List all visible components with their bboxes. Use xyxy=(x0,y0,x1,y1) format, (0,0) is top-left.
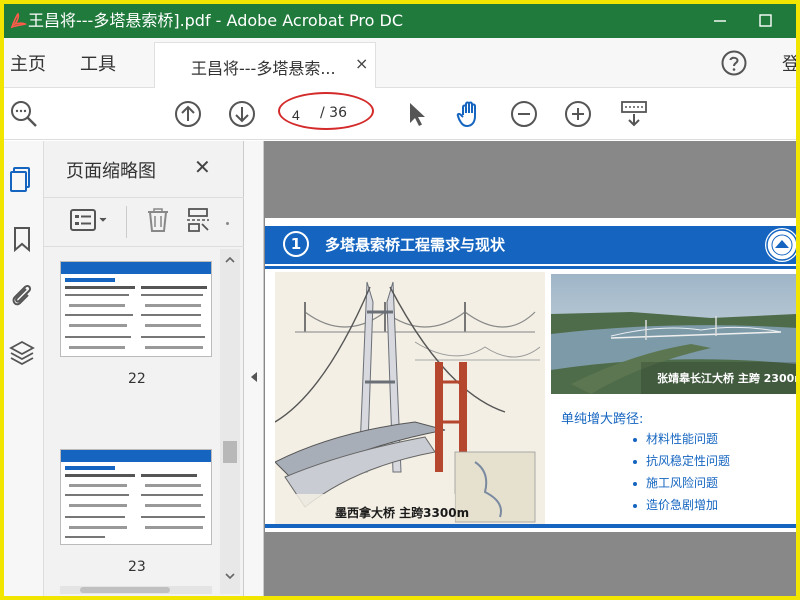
help-icon[interactable] xyxy=(720,49,748,77)
bullet-item: 材料性能问题 xyxy=(633,430,718,447)
bullet-dot-icon xyxy=(633,481,637,486)
more-options-dot[interactable] xyxy=(226,222,229,225)
acrobat-window: 王昌将---多塔悬索桥].pdf - Adobe Acrobat Pro DC … xyxy=(4,4,796,596)
page-number-input[interactable] xyxy=(292,105,316,125)
thumbnail-header xyxy=(61,262,211,274)
sign-in-link[interactable]: 登 xyxy=(782,50,796,76)
bullet-item: 造价急剧增加 xyxy=(633,496,718,513)
messina-bridge-caption: 墨西拿大桥 主跨3300m xyxy=(335,506,470,520)
panel-toolbar xyxy=(44,197,244,247)
find-text-icon[interactable] xyxy=(8,98,40,130)
thumbnails-panel: 页面缩略图 ✕ 22 23 xyxy=(44,141,244,596)
bullets-heading: 单纯增大跨径: xyxy=(561,412,644,427)
thumbnail-scrollbar[interactable] xyxy=(220,249,240,594)
next-page-icon[interactable] xyxy=(226,98,258,130)
document-view[interactable]: 1 多塔悬索桥工程需求与现状 墨西拿大桥 主跨3300m 张靖皋长江大桥 主跨 … xyxy=(264,141,796,596)
thumbnail-page-number: 22 xyxy=(128,371,146,387)
toolbar: / 36 xyxy=(4,88,796,140)
navigation-rail xyxy=(4,141,44,596)
panel-collapse-handle[interactable] xyxy=(244,141,264,596)
thumbnail-header xyxy=(61,450,211,462)
bullet-item: 施工风险问题 xyxy=(633,474,718,491)
maximize-button[interactable] xyxy=(746,4,786,38)
thumbnail-page-number: 23 xyxy=(128,559,146,575)
layers-icon[interactable] xyxy=(8,339,36,367)
tab-close-icon[interactable]: × xyxy=(355,54,368,73)
acrobat-app-icon xyxy=(10,12,28,29)
panel-close-icon[interactable]: ✕ xyxy=(194,155,211,179)
thumbnail-options-icon[interactable] xyxy=(68,206,112,234)
scrollbar-thumb[interactable] xyxy=(223,441,237,463)
previous-page-icon[interactable] xyxy=(172,98,204,130)
thumbnail-list: 22 23 xyxy=(44,249,222,594)
bullet-text: 施工风险问题 xyxy=(646,476,719,490)
tab-bar: 主页 工具 王昌将---多塔悬索... × 登 xyxy=(4,38,796,89)
bullet-text: 造价急剧增加 xyxy=(646,498,719,512)
bullet-text: 抗风稳定性问题 xyxy=(646,454,731,468)
delete-page-icon[interactable] xyxy=(144,206,172,234)
window-title: 王昌将---多塔悬索桥].pdf - Adobe Acrobat Pro DC xyxy=(28,11,403,30)
horizontal-scrollbar-thumb[interactable] xyxy=(80,587,170,593)
panel-toolbar-divider xyxy=(126,206,127,238)
attachment-icon[interactable] xyxy=(8,281,36,309)
bullet-item: 抗风稳定性问题 xyxy=(633,452,730,469)
tab-document[interactable]: 王昌将---多塔悬索... × xyxy=(154,42,376,89)
panel-title: 页面缩略图 xyxy=(66,161,156,182)
tab-document-label: 王昌将---多塔悬索... xyxy=(191,59,336,78)
tab-home[interactable]: 主页 xyxy=(10,50,46,76)
zoom-in-icon[interactable] xyxy=(562,98,594,130)
thumbnail-content xyxy=(65,278,207,349)
scroll-up-arrow-icon[interactable] xyxy=(224,255,236,265)
page-navigator: / 36 xyxy=(284,100,368,130)
slide-footer-line xyxy=(265,524,796,528)
page-total: / 36 xyxy=(320,105,347,121)
select-cursor-icon[interactable] xyxy=(400,98,432,130)
slide-section-number: 1 xyxy=(283,231,309,257)
bullet-dot-icon xyxy=(633,503,637,508)
bullet-text: 材料性能问题 xyxy=(646,432,719,446)
bookmark-icon[interactable] xyxy=(8,225,36,253)
scroll-down-arrow-icon[interactable] xyxy=(224,571,236,581)
university-logo-icon xyxy=(765,228,796,262)
hand-tool-icon[interactable] xyxy=(454,98,486,130)
slide-header-underline xyxy=(265,266,796,269)
slide-title: 多塔悬索桥工程需求与现状 xyxy=(325,236,506,254)
minimize-button[interactable] xyxy=(700,4,740,38)
collapse-arrow-icon[interactable] xyxy=(249,371,259,383)
slide-header-bar: 1 多塔悬索桥工程需求与现状 xyxy=(265,226,796,264)
horizontal-scrollbar[interactable] xyxy=(60,586,212,594)
page-thumbnails-icon[interactable] xyxy=(8,165,36,193)
zoom-out-icon[interactable] xyxy=(508,98,540,130)
zhangjinggao-bridge-caption: 张靖皋长江大桥 主跨 2300m xyxy=(657,372,796,385)
thumbnail-page[interactable] xyxy=(60,261,212,357)
bullet-dot-icon xyxy=(633,437,637,442)
rotate-page-icon[interactable] xyxy=(184,206,212,234)
messina-bridge-illustration xyxy=(275,272,545,528)
tab-tools[interactable]: 工具 xyxy=(80,50,116,76)
bullet-dot-icon xyxy=(633,459,637,464)
keyboard-scroll-icon[interactable] xyxy=(618,98,650,130)
pdf-page: 1 多塔悬索桥工程需求与现状 墨西拿大桥 主跨3300m 张靖皋长江大桥 主跨 … xyxy=(265,218,796,532)
title-bar: 王昌将---多塔悬索桥].pdf - Adobe Acrobat Pro DC xyxy=(4,4,796,38)
thumbnail-page[interactable] xyxy=(60,449,212,545)
thumbnail-content xyxy=(65,466,205,538)
